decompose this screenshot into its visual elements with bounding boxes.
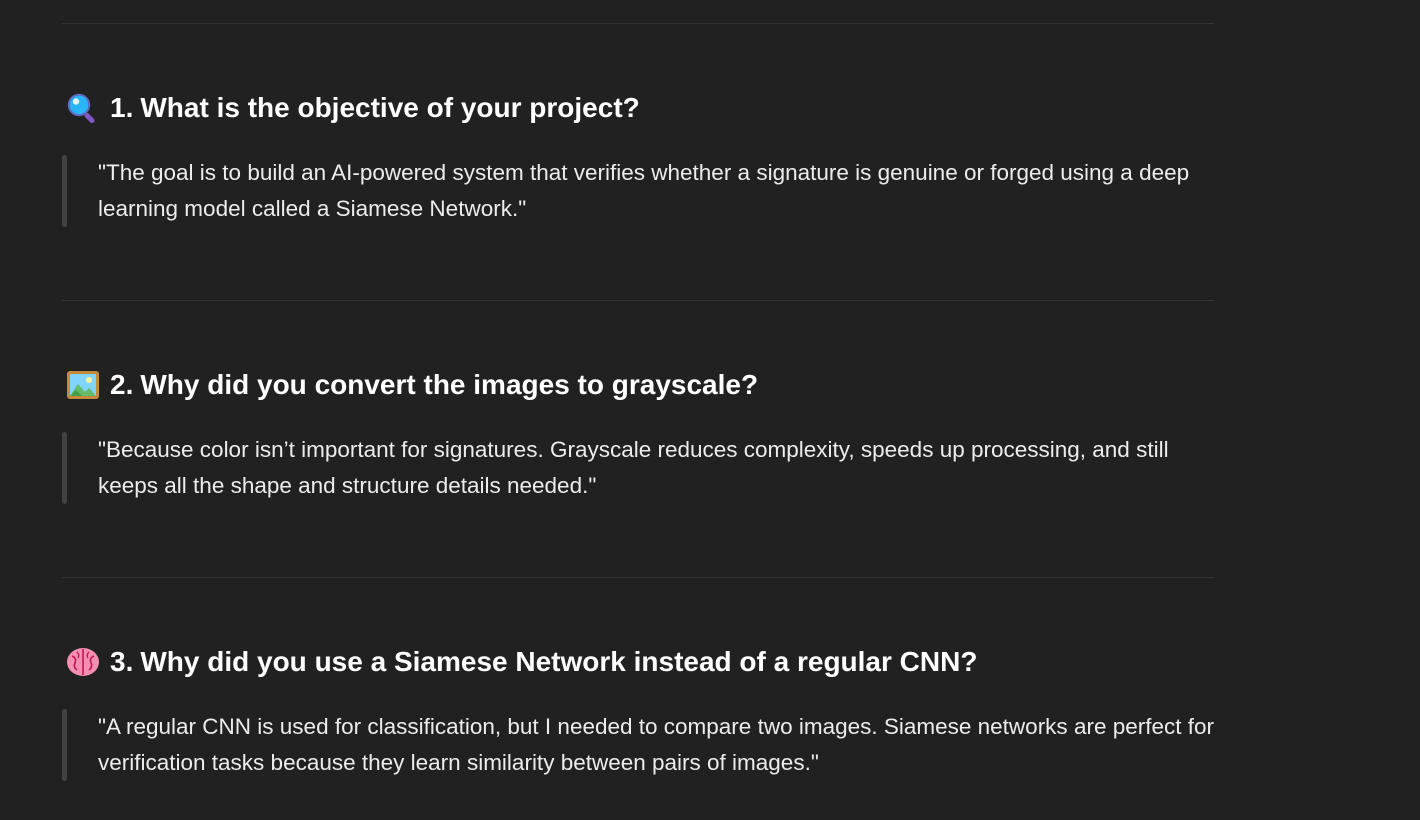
divider: [62, 577, 1214, 578]
section-heading-3: 3. Why did you use a Siamese Network ins…: [62, 644, 1214, 680]
answer-text: "The goal is to build an AI-powered syst…: [98, 160, 1190, 221]
section-title: Why did you use a Siamese Network instea…: [140, 646, 978, 677]
quote-bar: [62, 709, 67, 781]
document-page: 1. What is the objective of your project…: [0, 0, 1420, 820]
quote-bar: [62, 155, 67, 227]
divider: [62, 300, 1214, 301]
answer-blockquote-1: "The goal is to build an AI-powered syst…: [62, 155, 1214, 227]
answer-text: "Because color isn’t important for signa…: [98, 437, 1169, 498]
qa-section-1: 1. What is the objective of your project…: [62, 90, 1214, 227]
qa-section-2: 2. Why did you convert the images to gra…: [62, 367, 1214, 504]
brain-icon: [66, 646, 100, 678]
divider: [62, 23, 1214, 24]
magnifying-glass-icon: [66, 92, 100, 124]
section-number: 1.: [110, 92, 134, 123]
section-heading-2: 2. Why did you convert the images to gra…: [62, 367, 1214, 403]
answer-blockquote-2: "Because color isn’t important for signa…: [62, 432, 1214, 504]
section-heading-1: 1. What is the objective of your project…: [62, 90, 1214, 126]
framed-picture-icon: [66, 369, 100, 401]
quote-bar: [62, 432, 67, 504]
answer-blockquote-3: "A regular CNN is used for classificatio…: [62, 709, 1214, 781]
section-number: 2.: [110, 369, 134, 400]
section-title: What is the objective of your project?: [140, 92, 640, 123]
answer-text: "A regular CNN is used for classificatio…: [98, 714, 1215, 775]
section-title: Why did you convert the images to graysc…: [140, 369, 759, 400]
qa-section-3: 3. Why did you use a Siamese Network ins…: [62, 644, 1214, 781]
section-number: 3.: [110, 646, 134, 677]
